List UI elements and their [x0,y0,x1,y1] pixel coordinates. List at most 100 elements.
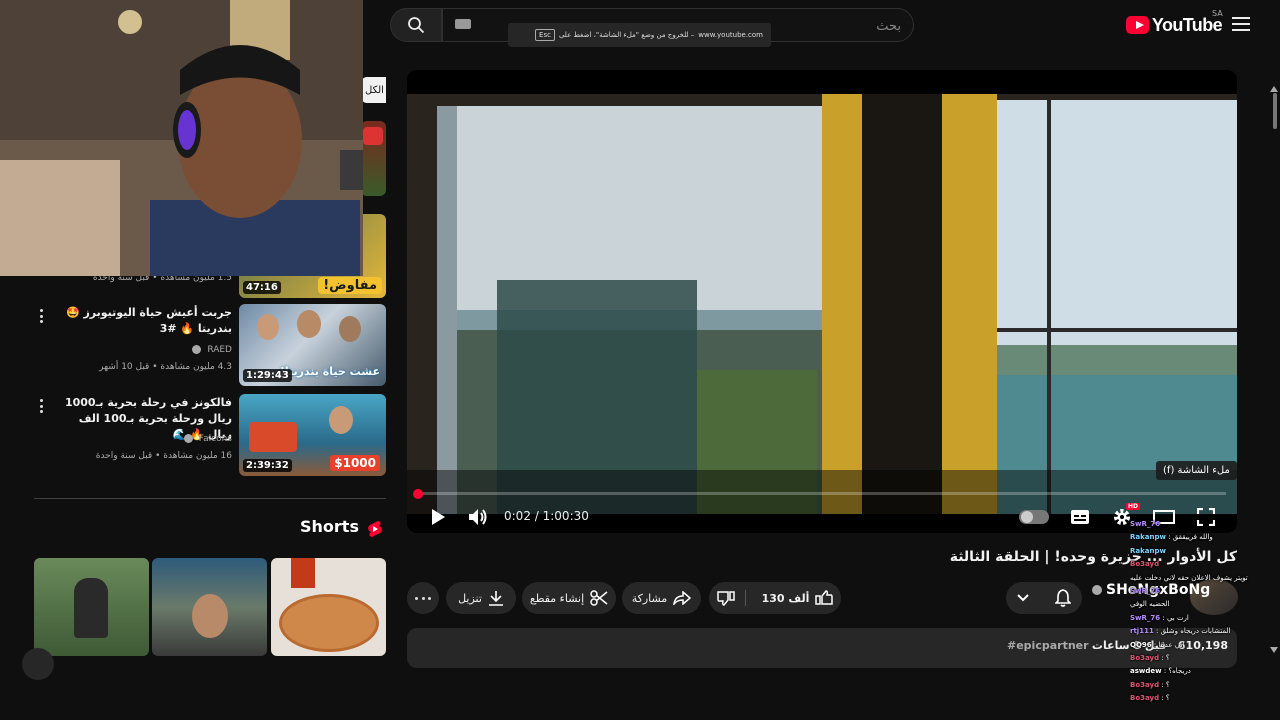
more-options-icon[interactable] [34,397,48,415]
streamer-webcam-overlay [0,0,363,276]
time-display: 0:02 / 1:00:30 [504,509,589,523]
scrollbar-thumb[interactable] [1273,93,1277,129]
thumbnail-person [257,314,279,340]
autoplay-knob [1021,511,1033,523]
autoplay-toggle[interactable] [1019,510,1049,524]
stream-chat-overlay: SwR_76 Rakanpw : والله فرييققق Rakanpw Bo3a… [1130,518,1280,720]
hamburger-menu-icon[interactable] [1226,12,1256,36]
toast-esc-key: Esc [535,29,555,41]
like-button[interactable]: 130 ألف [752,590,834,606]
video-thumbnail[interactable] [361,121,386,196]
chat-username: Rakanpw [1130,546,1166,555]
thumbnail-text: عشت حياة بندريتا! [279,365,380,378]
chat-text: : ؟ [1159,694,1170,703]
chat-message: QQ96 : اني عدتنا [1130,639,1280,652]
short-thumbnail[interactable] [34,558,149,656]
chat-text: تويتر يشوف الاعلان حقه لاني دخلت عليه [1130,573,1248,582]
chat-message: SwR_76 [1130,518,1280,531]
thumbnail-jar [291,558,315,588]
chip-all[interactable]: الكل [361,77,386,103]
chat-message: Rakanpw [1130,545,1280,558]
play-button[interactable] [426,505,450,529]
chat-username: Bo3ayd [1130,680,1160,689]
video-thumbnail[interactable]: عشت حياة بندريتا! 1:29:43 [239,304,386,386]
scroll-down-arrow-icon[interactable] [1270,647,1278,655]
progress-bar[interactable] [416,492,1226,495]
thumbnail-person [192,594,228,638]
fullscreen-exit-toast: www.youtube.com – للخروج من وضع "ملء الش… [508,23,771,47]
chat-username: Bo3ayd [1130,654,1160,663]
thumbnail-person [339,316,361,342]
thumbnail-person [74,578,108,638]
video-meta: 16 مليون مشاهدة • قبل سنة واحدة [95,451,232,461]
shorts-logo-icon [367,520,383,538]
chat-message: الحضيه الوفي [1130,598,1280,611]
hd-badge: HD [1126,503,1141,510]
short-thumbnail[interactable] [271,558,386,656]
chat-username: Bo3ayd [1130,694,1160,703]
subtitles-button[interactable] [1068,505,1092,529]
fullscreen-tooltip: ملء الشاشة (f) [1156,461,1237,480]
download-icon [488,591,503,606]
clip-button[interactable]: إنشاء مقطع [522,582,616,614]
verified-icon [1092,585,1102,595]
chat-message: Bo3ayd [1130,558,1280,571]
chat-text: : المتشابات دريجاه وشلق [1153,627,1231,636]
subscribe-notification-button[interactable] [1006,582,1082,614]
video-thumbnail[interactable]: $1000 2:39:32 [239,394,386,476]
like-dislike-group: 130 ألف [709,582,841,614]
thumbnail-text: $1000 [330,455,380,471]
subtitles-icon [1071,510,1089,524]
chat-username: rtj111 [1130,627,1154,636]
thumbnail-text: مفاوض! [318,277,382,294]
more-options-icon[interactable] [34,307,48,325]
chat-message: Bo3ayd : ؟ [1130,679,1280,692]
search-button[interactable] [390,8,442,42]
chat-message: تويتر يشوف الاعلان حقه لاني دخلت عليه [1130,572,1280,585]
shorts-heading: Shorts [300,517,359,536]
video-meta: 4.3 مليون مشاهدة • قبل 10 أشهر [99,362,232,372]
chat-username: SwR_76 [1130,520,1161,528]
short-thumbnail[interactable] [152,558,267,656]
video-views: 16 مليون مشاهدة [163,451,232,461]
video-channel[interactable]: RAED [54,343,232,357]
thumbnail-pie [279,594,379,652]
search-icon [408,17,425,34]
chat-username: QQ96 [1130,640,1152,649]
chat-text: : ؟ [1159,680,1170,689]
video-channel[interactable]: Falcons [54,432,232,446]
chat-message: SwR_76 [1130,585,1280,598]
youtube-logo[interactable]: YouTube SA [1126,9,1223,37]
chat-username: aswdew [1130,667,1162,676]
country-code: SA [1212,9,1223,18]
video-player[interactable] [407,70,1237,533]
share-icon [673,591,692,605]
download-button[interactable]: تنزيل [446,582,516,614]
chat-text: : اني عدتنا [1151,640,1185,649]
video-age: قبل 10 أشهر [99,362,150,372]
verified-icon [192,345,202,354]
hashtag-link[interactable]: #epicpartner [1007,639,1089,652]
share-label: مشاركة [631,591,668,605]
shorts-scroll-left-button[interactable] [22,648,54,680]
channel-name: Falcons [198,434,232,444]
share-button[interactable]: مشاركة [622,582,701,614]
thumbnail-group [249,422,297,452]
video-age: قبل سنة واحدة [95,451,153,461]
chat-text: : ؟ [1159,654,1170,663]
more-actions-button[interactable] [407,582,439,614]
dislike-button[interactable] [716,590,746,606]
chat-message: rtj111 : المتشابات دريجاه وشلق [1130,625,1280,638]
progress-scrubber[interactable] [413,489,423,499]
video-title[interactable]: جربت أعيش حياة اليوتيوبرز 🤩 بندريتا 🔥 #3 [54,305,232,337]
play-icon [432,509,445,525]
volume-icon [469,509,487,525]
gear-icon [1114,509,1130,525]
toast-domain: www.youtube.com [698,31,763,39]
volume-button[interactable] [466,505,490,529]
keyboard-icon[interactable] [455,19,471,29]
channel-name: RAED [207,345,232,355]
chat-message: Bo3ayd : ؟ [1130,652,1280,665]
scissors-icon [590,590,608,606]
like-icon [815,590,834,605]
